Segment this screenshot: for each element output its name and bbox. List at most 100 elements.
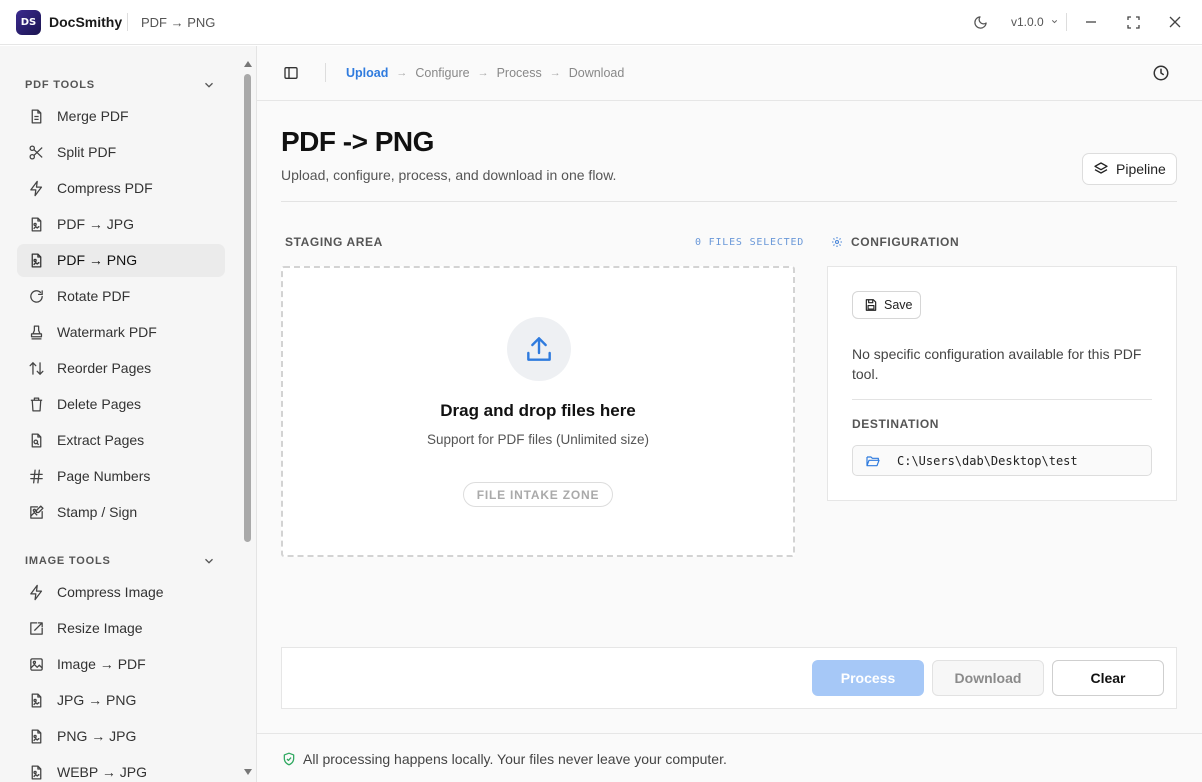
- sidebar-item-label: PDF → JPG: [57, 216, 135, 232]
- step-upload[interactable]: Upload: [346, 66, 388, 80]
- sidebar-toggle-icon[interactable]: [283, 65, 299, 81]
- sidebar-item-label: Resize Image: [57, 620, 143, 636]
- sidebar-item-label: JPG → PNG: [57, 692, 137, 708]
- staging-area-label: STAGING AREA: [285, 235, 383, 249]
- sidebar-item-pdf-to-png[interactable]: PDF → PNG: [17, 244, 225, 277]
- sidebar-item-label: Stamp / Sign: [57, 504, 138, 520]
- scroll-up-arrow[interactable]: [244, 61, 252, 67]
- sidebar: PDF TOOLS Merge PDF Split PDF Compress P…: [0, 46, 257, 782]
- sidebar-item-resize-image[interactable]: Resize Image: [17, 612, 225, 645]
- main-content: Upload → Configure → Process → Download …: [257, 46, 1202, 782]
- sidebar-item-label: Extract Pages: [57, 432, 145, 448]
- close-icon: [1169, 16, 1181, 28]
- save-icon: [865, 299, 877, 311]
- sidebar-item-label: Page Numbers: [57, 468, 151, 484]
- sidebar-item-watermark-pdf[interactable]: Watermark PDF: [17, 316, 225, 349]
- sidebar-item-label: Compress Image: [57, 584, 164, 600]
- sidebar-item-compress-image[interactable]: Compress Image: [17, 576, 225, 609]
- clear-button[interactable]: Clear: [1052, 660, 1164, 696]
- files-selected-count: 0 FILES SELECTED: [695, 237, 805, 248]
- save-button[interactable]: Save: [852, 291, 921, 319]
- no-config-message: No specific configuration available for …: [852, 346, 1142, 382]
- chevron-down-icon[interactable]: [202, 554, 216, 568]
- theme-toggle-button[interactable]: [970, 12, 990, 32]
- version-dropdown[interactable]: v1.0.0: [1011, 15, 1059, 29]
- configuration-label: CONFIGURATION: [851, 235, 960, 249]
- resize-icon: [30, 622, 43, 635]
- sidebar-item-pdf-to-jpg[interactable]: PDF → JPG: [17, 208, 225, 241]
- minimize-icon: [1086, 21, 1096, 23]
- close-button[interactable]: [1165, 12, 1185, 32]
- destination-path: C:\Users\dab\Desktop\test: [897, 454, 1078, 468]
- pipeline-button[interactable]: Pipeline: [1082, 153, 1177, 185]
- maximize-icon: [1126, 15, 1140, 29]
- sidebar-item-png-to-jpg[interactable]: PNG → JPG: [17, 720, 225, 753]
- page-title: PDF -> PNG: [281, 126, 434, 157]
- chevron-down-icon[interactable]: [202, 78, 216, 92]
- file-image-icon: [31, 693, 42, 708]
- lightning-icon: [30, 584, 43, 601]
- sidebar-scrollbar[interactable]: [244, 74, 251, 542]
- file-text-icon: [31, 109, 42, 124]
- sort-arrows-icon: [29, 361, 44, 376]
- sidebar-item-label: Watermark PDF: [57, 324, 157, 340]
- scissors-icon: [29, 145, 43, 160]
- divider: [281, 201, 1177, 202]
- shield-check-icon: [283, 752, 295, 766]
- privacy-note: All processing happens locally. Your fil…: [303, 751, 727, 767]
- section-header-image-tools: IMAGE TOOLS: [25, 555, 111, 567]
- sidebar-item-reorder-pages[interactable]: Reorder Pages: [17, 352, 225, 385]
- drop-subtitle: Support for PDF files (Unlimited size): [426, 432, 650, 447]
- scroll-down-arrow[interactable]: [244, 769, 252, 775]
- divider: [852, 399, 1152, 400]
- page-subtitle: Upload, configure, process, and download…: [281, 167, 617, 183]
- layers-icon: [1094, 162, 1108, 174]
- sidebar-item-jpg-to-png[interactable]: JPG → PNG: [17, 684, 225, 717]
- configuration-header: CONFIGURATION: [831, 235, 959, 249]
- sidebar-item-split-pdf[interactable]: Split PDF: [17, 136, 225, 169]
- step-download[interactable]: Download: [569, 66, 625, 80]
- app-name: DocSmithy: [49, 14, 123, 30]
- arrow-right-icon: →: [477, 67, 489, 79]
- history-icon[interactable]: [1152, 64, 1170, 82]
- sidebar-item-webp-to-jpg[interactable]: WEBP → JPG: [17, 756, 225, 782]
- download-button[interactable]: Download: [932, 660, 1044, 696]
- lightning-icon: [30, 180, 43, 197]
- sidebar-item-label: Image → PDF: [57, 656, 146, 672]
- file-search-icon: [31, 433, 42, 448]
- sidebar-item-label: PDF → PNG: [57, 252, 138, 268]
- drop-title: Drag and drop files here: [440, 401, 636, 420]
- footer: All processing happens locally. Your fil…: [257, 733, 1202, 782]
- sidebar-item-merge-pdf[interactable]: Merge PDF: [17, 100, 225, 133]
- sidebar-item-page-numbers[interactable]: Page Numbers: [17, 460, 225, 493]
- upload-icon: [527, 337, 551, 361]
- rotate-icon: [30, 290, 43, 303]
- destination-field[interactable]: C:\Users\dab\Desktop\test: [852, 445, 1152, 476]
- image-icon: [30, 658, 43, 671]
- sidebar-item-label: Rotate PDF: [57, 288, 131, 304]
- file-drop-zone[interactable]: Drag and drop files here Support for PDF…: [281, 266, 795, 557]
- sidebar-item-label: Merge PDF: [57, 108, 129, 124]
- maximize-button[interactable]: [1123, 12, 1143, 32]
- app-logo: DS: [16, 10, 41, 35]
- process-button[interactable]: Process: [812, 660, 924, 696]
- upload-button[interactable]: [507, 317, 571, 381]
- sidebar-item-label: WEBP → JPG: [57, 764, 147, 780]
- sidebar-item-compress-pdf[interactable]: Compress PDF: [17, 172, 225, 205]
- sidebar-item-extract-pages[interactable]: Extract Pages: [17, 424, 225, 457]
- sidebar-item-rotate-pdf[interactable]: Rotate PDF: [17, 280, 225, 313]
- step-process[interactable]: Process: [497, 66, 542, 80]
- chevron-down-icon: [1051, 20, 1058, 24]
- configuration-panel: Save No specific configuration available…: [827, 266, 1177, 501]
- sidebar-item-label: Delete Pages: [57, 396, 142, 412]
- sidebar-item-label: PNG → JPG: [57, 728, 137, 744]
- image-edit-icon: [30, 505, 44, 519]
- step-configure[interactable]: Configure: [415, 66, 469, 80]
- action-bar: Process Download Clear: [281, 647, 1177, 709]
- minimize-button[interactable]: [1081, 12, 1101, 32]
- sidebar-item-stamp-sign[interactable]: Stamp / Sign: [17, 496, 225, 529]
- divider: [325, 63, 326, 82]
- sidebar-item-delete-pages[interactable]: Delete Pages: [17, 388, 225, 421]
- destination-label: DESTINATION: [852, 417, 940, 431]
- sidebar-item-image-to-pdf[interactable]: Image → PDF: [17, 648, 225, 681]
